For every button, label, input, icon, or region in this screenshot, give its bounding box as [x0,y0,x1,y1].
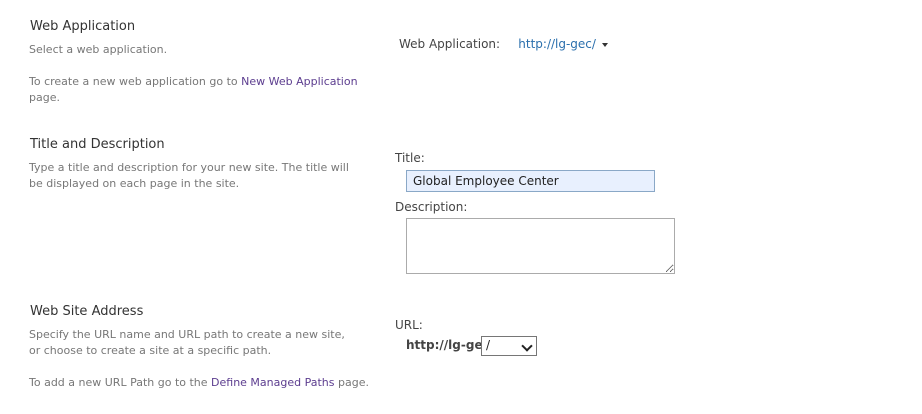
managed-paths-hint-text: To add a new URL Path go to the [29,376,212,389]
url-prefix: http://lg-gec [406,338,490,352]
url-path-selected-value[interactable]: / [486,338,490,352]
define-managed-paths-link[interactable]: Define Managed Paths [211,376,334,389]
title-input[interactable] [406,170,655,192]
description-textarea[interactable] [406,218,675,274]
managed-paths-hint-text-end: page. [334,376,369,389]
url-path-select[interactable]: / [481,336,537,356]
title-description-hint: Type a title and description for your ne… [29,161,349,190]
web-application-selector-label: Web Application: [399,37,501,51]
title-field-label: Title: [395,151,425,165]
managed-paths-hint: To add a new URL Path go to the Define M… [29,375,389,391]
url-field-label: URL: [395,318,423,332]
chevron-down-icon[interactable] [521,340,533,352]
caret-down-icon[interactable] [601,42,608,47]
description-field-label: Description: [395,200,468,214]
new-web-application-link[interactable]: New Web Application [241,75,357,88]
web-site-address-hint: Specify the URL name and URL path to cre… [29,328,345,357]
title-description-section-title: Title and Description [30,137,165,152]
web-application-dropdown[interactable]: http://lg-gec/ [518,37,608,51]
create-hint-text-end: page. [29,91,60,104]
web-application-select-hint: Select a web application. [29,43,168,56]
web-site-address-section-title: Web Site Address [30,304,144,319]
web-application-selector: Web Application: http://lg-gec/ [399,33,608,52]
web-application-section-title: Web Application [30,19,136,34]
web-application-selected-value[interactable]: http://lg-gec/ [518,37,596,51]
create-hint-text: To create a new web application go to [29,75,242,88]
web-application-create-hint: To create a new web application go to Ne… [29,74,369,106]
